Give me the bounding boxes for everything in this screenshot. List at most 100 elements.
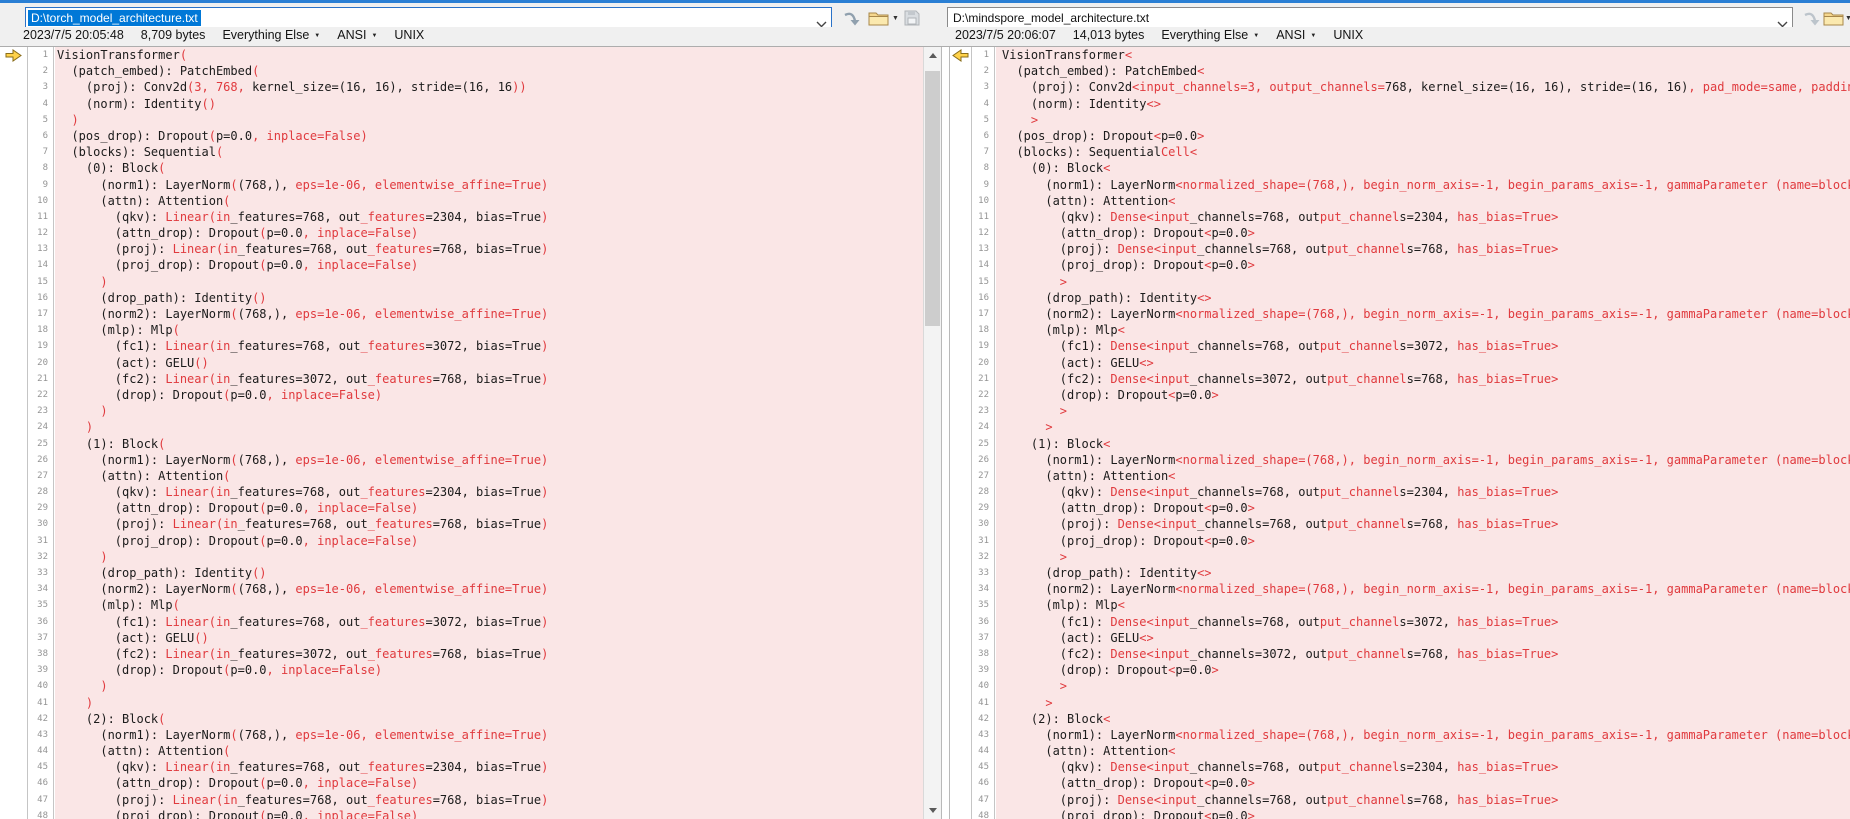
code-line: (norm): Identity<>: [1002, 96, 1850, 112]
code-line: (attn): Attention(: [57, 193, 923, 209]
left-encoding-dropdown[interactable]: ANSI ▼: [337, 28, 377, 42]
file-info-bar: 2023/7/5 20:05:48 8,709 bytes Everything…: [0, 27, 1850, 47]
right-type-filter-label: Everything Else: [1161, 28, 1248, 42]
code-line: (act): GELU(): [57, 630, 923, 646]
line-number: 43: [973, 727, 994, 743]
code-line: (0): Block(: [57, 160, 923, 176]
code-line: (qkv): Dense<input_channels=768, output_…: [1002, 759, 1850, 775]
line-number: 33: [973, 565, 994, 581]
right-type-filter-dropdown[interactable]: Everything Else ▼: [1161, 28, 1259, 42]
line-number: 22: [29, 387, 53, 403]
code-line: (attn_drop): Dropout<p=0.0>: [1002, 225, 1850, 241]
line-number: 33: [29, 565, 53, 581]
line-number: 28: [29, 484, 53, 500]
code-line: (drop_path): Identity(): [57, 290, 923, 306]
line-number: 45: [29, 759, 53, 775]
code-line: (act): GELU<>: [1002, 355, 1850, 371]
left-encoding-label: ANSI: [337, 28, 366, 42]
dropdown-caret-icon: ▼: [1310, 33, 1316, 39]
code-line: (act): GELU(): [57, 355, 923, 371]
code-line: (norm1): LayerNorm<normalized_shape=(768…: [1002, 727, 1850, 743]
line-number: 13: [973, 241, 994, 257]
line-number: 35: [973, 597, 994, 613]
code-line: >: [1002, 274, 1850, 290]
line-number: 9: [973, 177, 994, 193]
scroll-down-button[interactable]: [924, 802, 941, 819]
code-line: (attn_drop): Dropout(p=0.0, inplace=Fals…: [57, 775, 923, 791]
line-number: 43: [29, 727, 53, 743]
left-diff-marker-gutter: [0, 47, 28, 819]
code-line: (drop): Dropout(p=0.0, inplace=False): [57, 662, 923, 678]
folder-dropdown-caret-icon[interactable]: ▼: [1845, 15, 1850, 22]
line-number: 19: [29, 338, 53, 354]
dropdown-caret-icon: ▼: [1253, 33, 1259, 39]
line-number: 47: [973, 792, 994, 808]
code-line: (proj_drop): Dropout<p=0.0>: [1002, 533, 1850, 549]
pane-splitter[interactable]: [941, 47, 950, 819]
line-number: 19: [973, 338, 994, 354]
code-line: (qkv): Linear(in_features=768, out_featu…: [57, 484, 923, 500]
scroll-up-button[interactable]: [924, 47, 941, 64]
code-line: (pos_drop): Dropout(p=0.0, inplace=False…: [57, 128, 923, 144]
code-line: (0): Block<: [1002, 160, 1850, 176]
code-line: (drop_path): Identity<>: [1002, 290, 1850, 306]
diff-compare-area: 1234567891011121314151617181920212223242…: [0, 47, 1850, 819]
file-paths-toolbar: D:\torch_model_architecture.txt ▼ D:\min…: [0, 3, 1850, 27]
code-line: (qkv): Dense<input_channels=768, output_…: [1002, 484, 1850, 500]
right-line-ending-label: UNIX: [1333, 28, 1363, 42]
line-number: 38: [29, 646, 53, 662]
current-diff-arrow-right-icon: [5, 49, 22, 62]
code-line: ): [57, 419, 923, 435]
code-line: (2): Block(: [57, 711, 923, 727]
code-line: (proj_drop): Dropout(p=0.0, inplace=Fals…: [57, 533, 923, 549]
left-vertical-scrollbar[interactable]: [923, 47, 941, 819]
line-number: 34: [973, 581, 994, 597]
code-line: >: [1002, 419, 1850, 435]
right-file-path-combobox[interactable]: D:\mindspore_model_architecture.txt: [947, 7, 1793, 29]
scrollbar-thumb[interactable]: [925, 71, 940, 326]
left-line-ending-label: UNIX: [394, 28, 424, 42]
code-line: (2): Block<: [1002, 711, 1850, 727]
code-line: (attn_drop): Dropout(p=0.0, inplace=Fals…: [57, 500, 923, 516]
code-line: (proj_drop): Dropout<p=0.0>: [1002, 808, 1850, 819]
left-file-path-value[interactable]: D:\torch_model_architecture.txt: [28, 10, 201, 26]
right-code-editor[interactable]: VisionTransformer< (patch_embed): PatchE…: [996, 47, 1850, 819]
line-number: 21: [29, 371, 53, 387]
code-line: (1): Block(: [57, 436, 923, 452]
code-line: (proj): Linear(in_features=768, out_feat…: [57, 792, 923, 808]
line-number: 37: [29, 630, 53, 646]
code-line: (norm): Identity(): [57, 96, 923, 112]
dropdown-caret-icon: ▼: [314, 33, 320, 39]
code-line: (proj): Linear(in_features=768, out_feat…: [57, 516, 923, 532]
line-number: 29: [973, 500, 994, 516]
line-number: 31: [29, 533, 53, 549]
line-number: 20: [29, 355, 53, 371]
left-type-filter-dropdown[interactable]: Everything Else ▼: [222, 28, 320, 42]
code-line: (norm1): LayerNorm((768,), eps=1e-06, el…: [57, 177, 923, 193]
code-line: (act): GELU<>: [1002, 630, 1850, 646]
line-number: 29: [29, 500, 53, 516]
line-number: 39: [29, 662, 53, 678]
line-number: 25: [973, 436, 994, 452]
line-number: 18: [29, 322, 53, 338]
line-number: 30: [973, 516, 994, 532]
left-file-path-combobox[interactable]: D:\torch_model_architecture.txt: [25, 7, 832, 29]
line-number: 11: [973, 209, 994, 225]
code-line: (attn_drop): Dropout(p=0.0, inplace=Fals…: [57, 225, 923, 241]
code-line: (qkv): Linear(in_features=768, out_featu…: [57, 759, 923, 775]
line-number: 22: [973, 387, 994, 403]
line-number: 10: [973, 193, 994, 209]
line-number: 17: [29, 306, 53, 322]
line-number: 37: [973, 630, 994, 646]
folder-dropdown-caret-icon[interactable]: ▼: [892, 15, 899, 22]
code-line: (proj): Dense<input_channels=768, output…: [1002, 516, 1850, 532]
line-number: 2: [29, 63, 53, 79]
code-line: (mlp): Mlp<: [1002, 597, 1850, 613]
line-number: 16: [973, 290, 994, 306]
line-number: 41: [973, 695, 994, 711]
right-file-path-value[interactable]: D:\mindspore_model_architecture.txt: [950, 10, 1152, 26]
left-line-number-gutter: 1234567891011121314151617181920212223242…: [29, 47, 54, 819]
left-code-editor[interactable]: VisionTransformer( (patch_embed): PatchE…: [55, 47, 923, 819]
code-line: (1): Block<: [1002, 436, 1850, 452]
right-encoding-dropdown[interactable]: ANSI ▼: [1276, 28, 1316, 42]
